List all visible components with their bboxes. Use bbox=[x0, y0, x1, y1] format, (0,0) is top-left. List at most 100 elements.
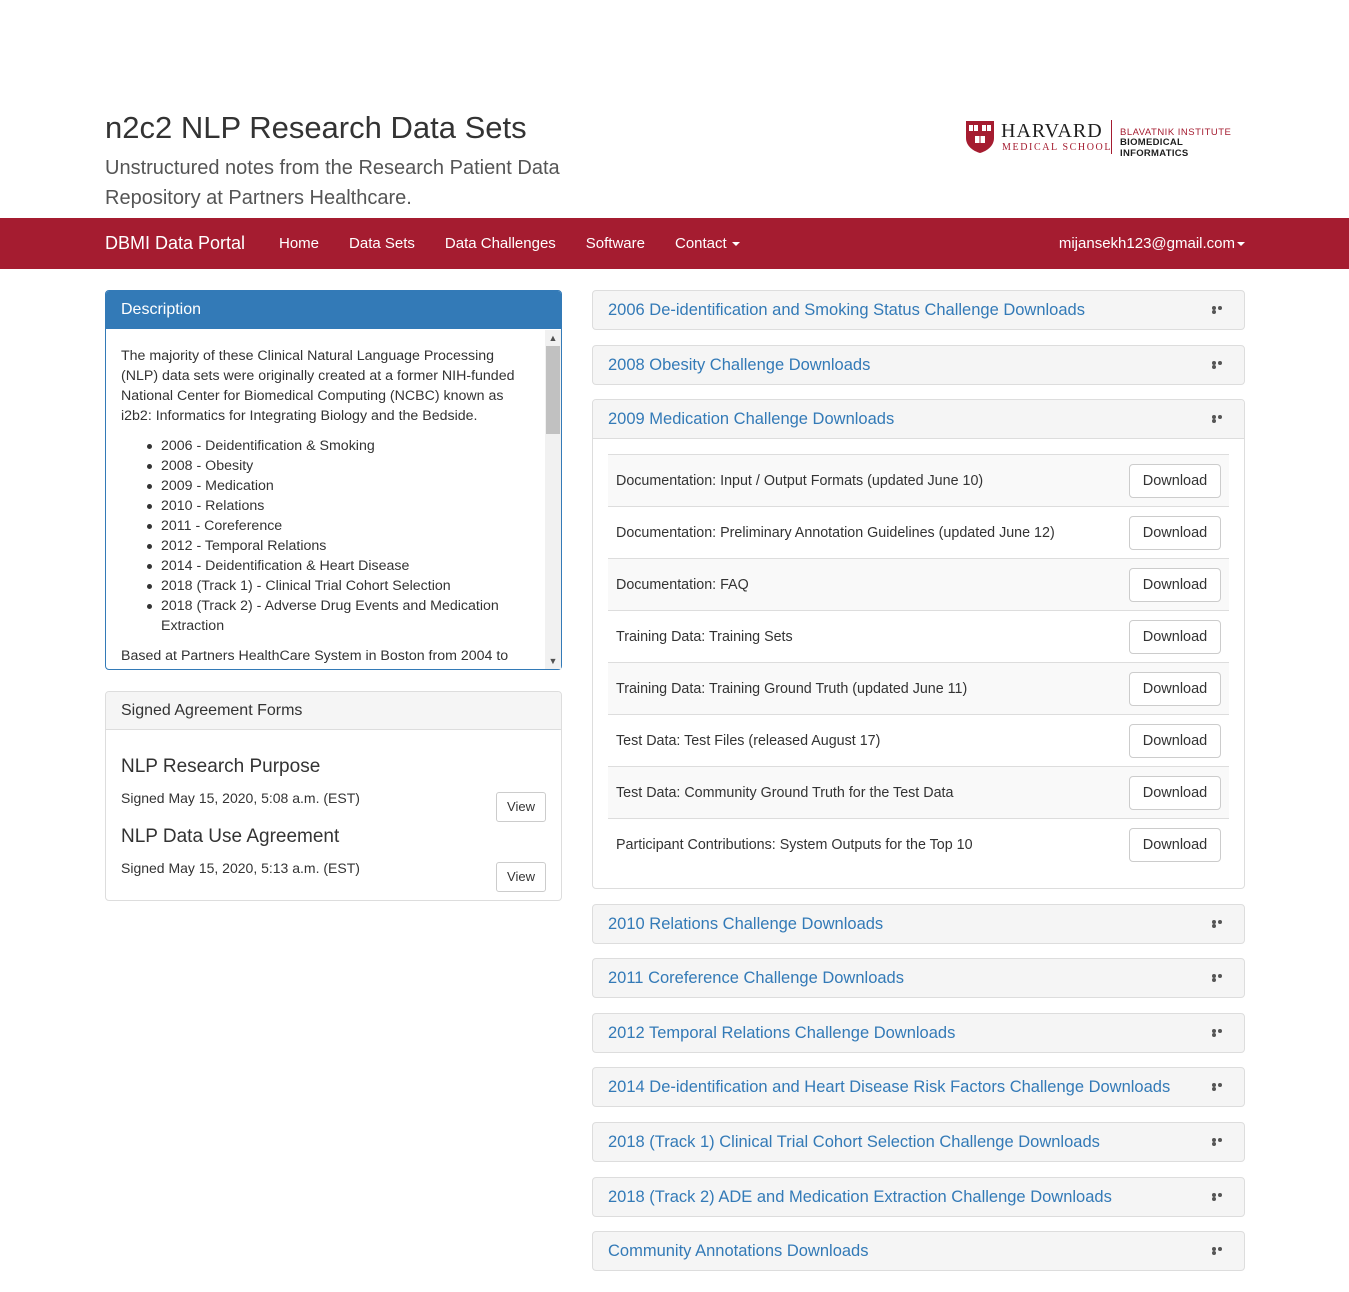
nav-data-challenges[interactable]: Data Challenges bbox=[430, 218, 571, 269]
download-button[interactable]: Download bbox=[1129, 464, 1221, 498]
accordion-title[interactable]: 2018 (Track 1) Clinical Trial Cohort Sel… bbox=[608, 1123, 1100, 1161]
accordion-title[interactable]: Community Annotations Downloads bbox=[608, 1232, 868, 1270]
user-email: mijansekh123@gmail.com bbox=[1058, 235, 1235, 252]
list-item: 2018 (Track 2) - Adverse Drug Events and… bbox=[147, 596, 531, 636]
page-header: n2c2 NLP Research Data Sets Unstructured… bbox=[105, 108, 1245, 218]
accordion-2009-expanded: 2009 Medication Challenge Downloads Docu… bbox=[592, 399, 1245, 889]
download-label: Test Data: Community Ground Truth for th… bbox=[616, 785, 954, 801]
table-row: Participant Contributions: System Output… bbox=[608, 818, 1229, 870]
download-label: Documentation: FAQ bbox=[616, 577, 749, 593]
view-button[interactable]: View bbox=[496, 862, 546, 892]
table-row: Documentation: Input / Output Formats (u… bbox=[608, 454, 1229, 506]
accordion-title[interactable]: 2014 De-identification and Heart Disease… bbox=[608, 1068, 1170, 1106]
accordion-header[interactable]: 2009 Medication Challenge Downloads bbox=[593, 400, 1244, 439]
ellipsis-icon[interactable] bbox=[1212, 1083, 1228, 1091]
accordion-title[interactable]: 2009 Medication Challenge Downloads bbox=[608, 400, 894, 438]
download-button[interactable]: Download bbox=[1129, 776, 1221, 810]
description-heading: Description bbox=[106, 291, 561, 329]
download-label: Documentation: Input / Output Formats (u… bbox=[616, 473, 984, 489]
accordion-title[interactable]: 2006 De-identification and Smoking Statu… bbox=[608, 291, 1085, 329]
download-button[interactable]: Download bbox=[1129, 672, 1221, 706]
accordion-2011[interactable]: 2011 Coreference Challenge Downloads bbox=[592, 958, 1245, 998]
harvard-dbmi-logo[interactable]: HARVARD MEDICAL SCHOOL BLAVATNIK INSTITU… bbox=[965, 118, 1245, 159]
logo-divider bbox=[1111, 120, 1112, 154]
form-signed-date: Signed May 15, 2020, 5:08 a.m. (EST) bbox=[121, 790, 360, 806]
description-outro: Based at Partners HealthCare System in B… bbox=[121, 648, 509, 669]
list-item: 2010 - Relations bbox=[147, 496, 531, 516]
form-title: NLP Research Purpose bbox=[121, 756, 321, 777]
accordion-community-annotations[interactable]: Community Annotations Downloads bbox=[592, 1231, 1245, 1271]
download-label: Participant Contributions: System Output… bbox=[616, 837, 973, 853]
list-item: 2018 (Track 1) - Clinical Trial Cohort S… bbox=[147, 576, 531, 596]
nav-software[interactable]: Software bbox=[571, 218, 660, 269]
signed-forms-heading: Signed Agreement Forms bbox=[106, 692, 561, 730]
nav-data-sets[interactable]: Data Sets bbox=[334, 218, 430, 269]
accordion-title[interactable]: 2012 Temporal Relations Challenge Downlo… bbox=[608, 1014, 955, 1052]
download-label: Training Data: Training Ground Truth (up… bbox=[616, 681, 968, 697]
table-row: Training Data: Training Ground Truth (up… bbox=[608, 662, 1229, 714]
accordion-2018-track1[interactable]: 2018 (Track 1) Clinical Trial Cohort Sel… bbox=[592, 1122, 1245, 1162]
logo-harvard-text: HARVARD bbox=[1001, 120, 1103, 142]
harvard-shield-icon bbox=[966, 121, 994, 153]
accordion-2014[interactable]: 2014 De-identification and Heart Disease… bbox=[592, 1067, 1245, 1107]
ellipsis-icon[interactable] bbox=[1212, 415, 1228, 423]
table-row: Test Data: Community Ground Truth for th… bbox=[608, 766, 1229, 818]
nav-links: Home Data Sets Data Challenges Software … bbox=[264, 218, 755, 269]
list-item: 2009 - Medication bbox=[147, 476, 531, 496]
accordion-2006[interactable]: 2006 De-identification and Smoking Statu… bbox=[592, 290, 1245, 330]
logo-medical-school-text: MEDICAL SCHOOL bbox=[1002, 142, 1113, 153]
accordion-2012[interactable]: 2012 Temporal Relations Challenge Downlo… bbox=[592, 1013, 1245, 1053]
description-intro: The majority of these Clinical Natural L… bbox=[121, 348, 515, 424]
description-body[interactable]: The majority of these Clinical Natural L… bbox=[106, 330, 561, 669]
form-title: NLP Data Use Agreement bbox=[121, 826, 340, 847]
form-signed-date: Signed May 15, 2020, 5:13 a.m. (EST) bbox=[121, 860, 360, 876]
ellipsis-icon[interactable] bbox=[1212, 1138, 1228, 1146]
page-subtitle: Unstructured notes from the Research Pat… bbox=[105, 157, 560, 209]
list-item: 2012 - Temporal Relations bbox=[147, 536, 531, 556]
download-label: Documentation: Preliminary Annotation Gu… bbox=[616, 525, 1055, 541]
list-item: 2006 - Deidentification & Smoking bbox=[147, 436, 531, 456]
scroll-up-arrow-icon[interactable]: ▲ bbox=[545, 330, 561, 346]
table-row: Documentation: FAQ Download bbox=[608, 558, 1229, 610]
description-panel: Description The majority of these Clinic… bbox=[105, 290, 562, 670]
accordion-2010[interactable]: 2010 Relations Challenge Downloads bbox=[592, 904, 1245, 944]
form-item-research-purpose: NLP Research Purpose Signed May 15, 2020… bbox=[121, 754, 546, 822]
scrollbar-thumb[interactable] bbox=[546, 346, 560, 434]
caret-down-icon bbox=[1237, 242, 1245, 247]
challenge-list: 2006 - Deidentification & Smoking 2008 -… bbox=[121, 436, 531, 636]
view-button[interactable]: View bbox=[496, 792, 546, 822]
accordion-2018-track2[interactable]: 2018 (Track 2) ADE and Medication Extrac… bbox=[592, 1177, 1245, 1217]
list-item: 2011 - Coreference bbox=[147, 516, 531, 536]
download-button[interactable]: Download bbox=[1129, 516, 1221, 550]
ellipsis-icon[interactable] bbox=[1212, 306, 1228, 314]
table-row: Documentation: Preliminary Annotation Gu… bbox=[608, 506, 1229, 558]
ellipsis-icon[interactable] bbox=[1212, 361, 1228, 369]
accordion-title[interactable]: 2008 Obesity Challenge Downloads bbox=[608, 346, 870, 384]
list-item: 2014 - Deidentification & Heart Disease bbox=[147, 556, 531, 576]
ellipsis-icon[interactable] bbox=[1212, 1247, 1228, 1255]
accordion-2008[interactable]: 2008 Obesity Challenge Downloads bbox=[592, 345, 1245, 385]
table-row: Training Data: Training Sets Download bbox=[608, 610, 1229, 662]
caret-down-icon bbox=[731, 242, 740, 247]
download-button[interactable]: Download bbox=[1129, 568, 1221, 602]
download-button[interactable]: Download bbox=[1129, 724, 1221, 758]
download-label: Test Data: Test Files (released August 1… bbox=[616, 733, 881, 749]
ellipsis-icon[interactable] bbox=[1212, 1029, 1228, 1037]
accordion-title[interactable]: 2010 Relations Challenge Downloads bbox=[608, 905, 883, 943]
download-button[interactable]: Download bbox=[1129, 828, 1221, 862]
accordion-title[interactable]: 2011 Coreference Challenge Downloads bbox=[608, 959, 904, 997]
nav-home[interactable]: Home bbox=[264, 218, 334, 269]
list-item: 2008 - Obesity bbox=[147, 456, 531, 476]
downloads-table: Documentation: Input / Output Formats (u… bbox=[608, 454, 1229, 870]
ellipsis-icon[interactable] bbox=[1212, 920, 1228, 928]
user-menu-dropdown[interactable]: mijansekh123@gmail.com bbox=[1059, 218, 1245, 269]
navbar-brand[interactable]: DBMI Data Portal bbox=[105, 218, 245, 269]
accordion-title[interactable]: 2018 (Track 2) ADE and Medication Extrac… bbox=[608, 1178, 1112, 1216]
scroll-down-arrow-icon[interactable]: ▼ bbox=[545, 653, 561, 669]
download-label: Training Data: Training Sets bbox=[616, 629, 793, 645]
ellipsis-icon[interactable] bbox=[1212, 974, 1228, 982]
description-scrollbar[interactable]: ▲ ▼ bbox=[545, 330, 561, 669]
download-button[interactable]: Download bbox=[1129, 620, 1221, 654]
nav-contact-dropdown[interactable]: Contact bbox=[660, 218, 755, 269]
ellipsis-icon[interactable] bbox=[1212, 1193, 1228, 1201]
